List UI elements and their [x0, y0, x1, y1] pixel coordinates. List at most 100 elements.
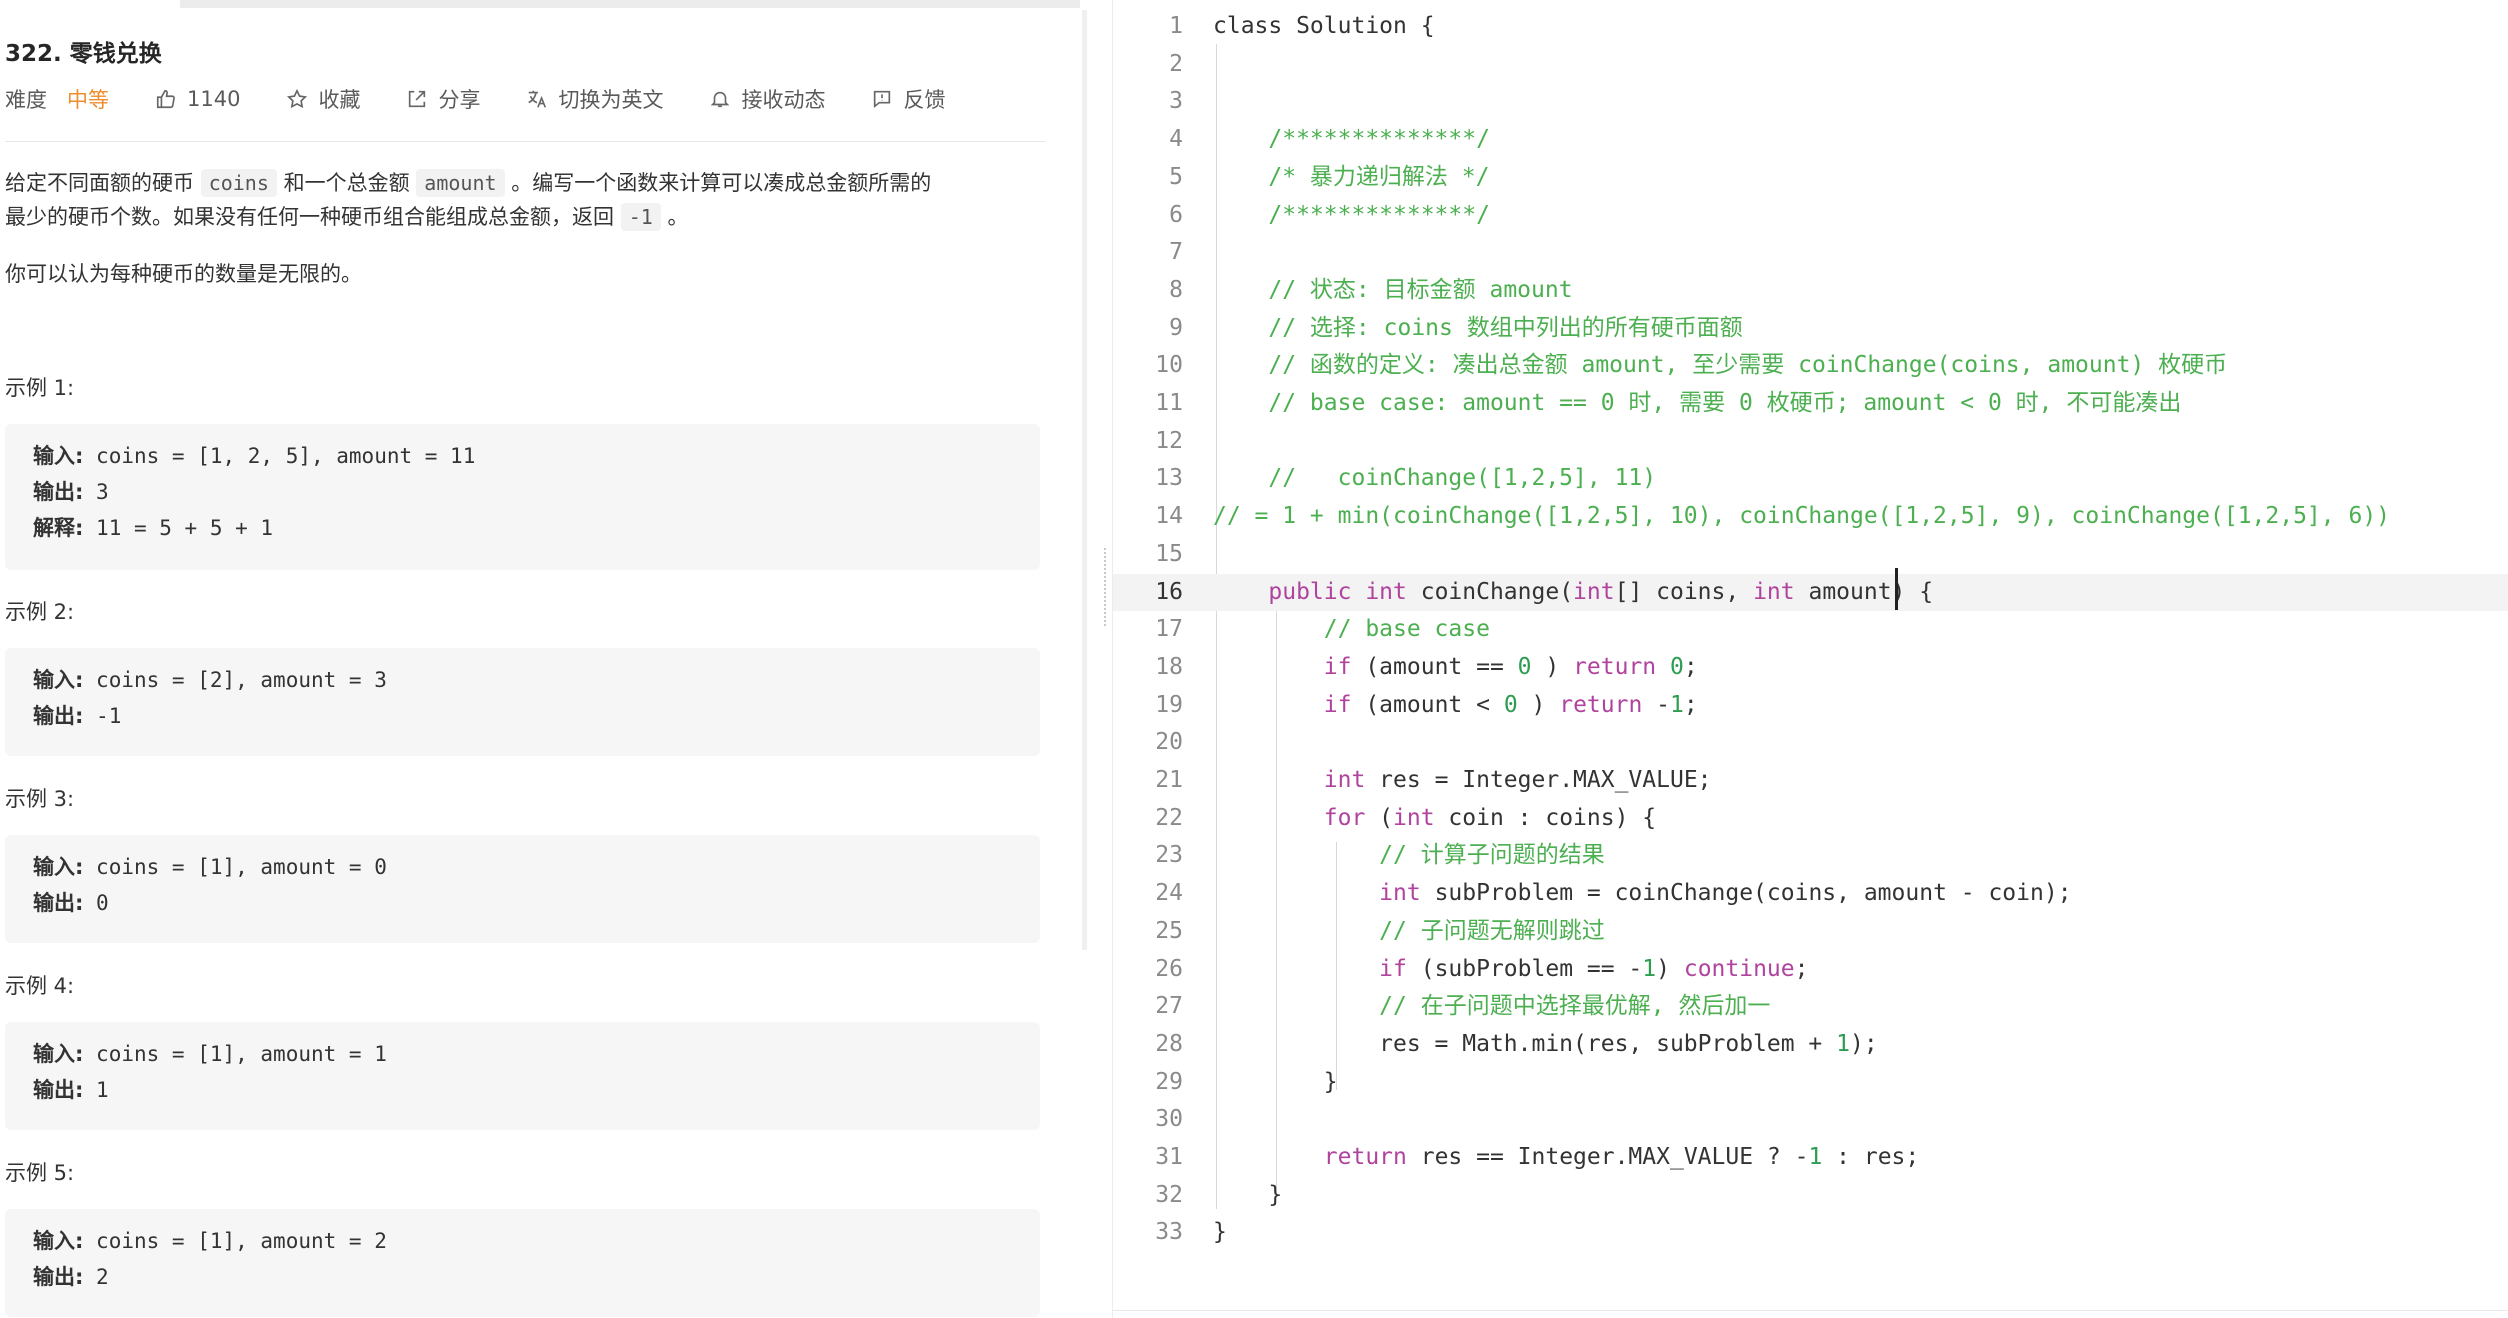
code-line[interactable]: 1 class Solution {	[1113, 8, 2508, 45]
code-token: )	[1517, 691, 1560, 718]
code-token: }	[1213, 1219, 1227, 1246]
code-line[interactable]: 2	[1113, 46, 2508, 83]
example-value: coins = [1], amount = 1	[83, 1042, 387, 1066]
switch-language-button[interactable]: 切换为英文	[526, 84, 663, 114]
line-number: 3	[1169, 88, 1183, 115]
code-line[interactable]: 17 // base case	[1113, 611, 2508, 648]
code-text: }	[1213, 1214, 1227, 1251]
code-line[interactable]: 32 }	[1113, 1177, 2508, 1214]
code-line[interactable]: 5 /* 暴力递归解法 */	[1113, 159, 2508, 196]
code-line[interactable]: 33}	[1113, 1214, 2508, 1251]
line-number: 12	[1155, 427, 1183, 454]
line-number: 24	[1155, 880, 1183, 907]
code-text: // 计算子问题的结果	[1213, 837, 1605, 874]
example-label: 输入:	[33, 1042, 84, 1066]
code-line[interactable]: 22 for (int coin : coins) {	[1113, 800, 2508, 837]
line-number: 8	[1169, 276, 1183, 303]
code-line[interactable]: 23 // 计算子问题的结果	[1113, 837, 2508, 874]
code-keyword: return	[1559, 691, 1643, 718]
code-line[interactable]: 6 /**************/	[1113, 197, 2508, 234]
code-text: // 选择: coins 数组中列出的所有硬币面额	[1213, 310, 1742, 347]
code-token: (subProblem == -	[1406, 955, 1643, 982]
example-value: coins = [1, 2, 5], amount = 11	[83, 444, 476, 468]
code-line[interactable]: 27 // 在子问题中选择最优解, 然后加一	[1113, 988, 2508, 1025]
code-line[interactable]: 16 public int coinChange(int[] coins, in…	[1113, 573, 2508, 611]
example-line: 输出: 2	[33, 1259, 1040, 1295]
code-line[interactable]: 29 }	[1113, 1064, 2508, 1101]
example-label: 输出:	[33, 1078, 84, 1102]
code-line[interactable]: 26 if (subProblem == -1) continue;	[1113, 951, 2508, 988]
inline-code-neg-one: -1	[620, 203, 661, 231]
panel-splitter[interactable]	[1082, 10, 1087, 950]
desc-text: 。编写一个函数来计算可以凑成总金额所需的	[511, 171, 932, 195]
divider	[5, 141, 1045, 142]
code-line[interactable]: 9 // 选择: coins 数组中列出的所有硬币面额	[1113, 310, 2508, 347]
translate-icon	[528, 90, 547, 108]
code-line[interactable]: 4 /**************/	[1113, 121, 2508, 158]
feedback-button[interactable]: 反馈	[871, 84, 945, 114]
line-number: 1	[1169, 13, 1183, 39]
line-number: 9	[1169, 314, 1183, 341]
code-line[interactable]: 8 // 状态: 目标金额 amount	[1113, 272, 2508, 309]
share-button[interactable]: 分享	[406, 84, 480, 114]
code-line[interactable]: 20	[1113, 724, 2508, 761]
description-line-1: 给定不同面额的硬币 coins 和一个总金额 amount 。编写一个函数来计算…	[5, 166, 931, 200]
code-line[interactable]: 11 // base case: amount == 0 时, 需要 0 枚硬币…	[1113, 385, 2508, 422]
example-line: 输入: coins = [1, 2, 5], amount = 11	[33, 438, 1040, 474]
example-label: 解释:	[33, 516, 84, 540]
code-keyword: int	[1753, 578, 1795, 605]
example-label: 输入:	[33, 668, 84, 692]
example-block: 输入: coins = [1], amount = 1 输出: 1	[5, 1022, 1040, 1130]
code-comment: // base case: amount == 0 时, 需要 0 枚硬币; a…	[1213, 390, 2182, 416]
code-line[interactable]: 28 res = Math.min(res, subProblem + 1);	[1113, 1026, 2508, 1063]
code-text: /* 暴力递归解法 */	[1213, 159, 1489, 196]
example-title: 示例 3:	[5, 787, 75, 811]
code-text: int subProblem = coinChange(coins, amoun…	[1213, 875, 2071, 912]
splitter-grip[interactable]	[1104, 548, 1108, 626]
line-number: 6	[1169, 201, 1183, 228]
code-line[interactable]: 7	[1113, 234, 2508, 271]
code-line[interactable]: 3	[1113, 83, 2508, 120]
code-editor[interactable]: 1 class Solution {2 3 4 /**************/5 /…	[1113, 0, 2508, 1318]
code-text: return res == Integer.MAX_VALUE ? -1 : r…	[1213, 1139, 1919, 1176]
example-label: 输入:	[33, 444, 84, 468]
code-line[interactable]: 24 int subProblem = coinChange(coins, am…	[1113, 875, 2508, 912]
code-line[interactable]: 13 // coinChange([1,2,5], 11)	[1113, 460, 2508, 497]
line-number: 16	[1155, 578, 1183, 605]
code-comment: /**************/	[1213, 201, 1490, 228]
code-keyword: if	[1323, 653, 1352, 680]
line-number: 31	[1155, 1144, 1183, 1170]
like-button[interactable]: 1140	[155, 87, 240, 111]
code-token: res = Math.min(res, subProblem +	[1213, 1030, 1837, 1057]
line-number: 14	[1155, 503, 1183, 530]
code-line[interactable]: 31 return res == Integer.MAX_VALUE ? -1 …	[1113, 1139, 2508, 1176]
code-token: }	[1213, 1068, 1338, 1095]
code-text: /**************/	[1213, 197, 1490, 234]
code-line[interactable]: 18 if (amount == 0 ) return 0;	[1113, 649, 2508, 686]
code-comment: // 在子问题中选择最优解, 然后加一	[1213, 993, 1771, 1020]
code-line[interactable]: 12	[1113, 423, 2508, 460]
code-line[interactable]: 25 // 子问题无解则跳过	[1113, 913, 2508, 950]
favorite-button[interactable]: 收藏	[286, 84, 360, 114]
code-token: amount) {	[1794, 578, 1934, 605]
subscribe-button[interactable]: 接收动态	[709, 84, 825, 114]
code-token: (	[1365, 804, 1394, 831]
example-line: 输入: coins = [1], amount = 1	[33, 1036, 1040, 1072]
line-number: 10	[1155, 352, 1183, 379]
code-text: }	[1213, 1177, 1282, 1214]
example-label: 输入:	[33, 1229, 84, 1253]
subscribe-label: 接收动态	[741, 88, 826, 112]
code-line[interactable]: 10 // 函数的定义: 凑出总金额 amount, 至少需要 coinChan…	[1113, 347, 2508, 384]
code-line[interactable]: 15	[1113, 536, 2508, 573]
code-token: [] coins,	[1614, 578, 1754, 605]
code-line[interactable]: 14 // = 1 + min(coinChange([1,2,5], 10), …	[1113, 498, 2508, 535]
code-token: -	[1642, 691, 1671, 718]
code-line[interactable]: 30	[1113, 1101, 2508, 1138]
code-line[interactable]: 21 int res = Integer.MAX_VALUE;	[1113, 762, 2508, 799]
code-text: int res = Integer.MAX_VALUE;	[1213, 762, 1712, 799]
example-value: 2	[83, 1265, 109, 1289]
code-line[interactable]: 19 if (amount < 0 ) return -1;	[1113, 687, 2508, 724]
